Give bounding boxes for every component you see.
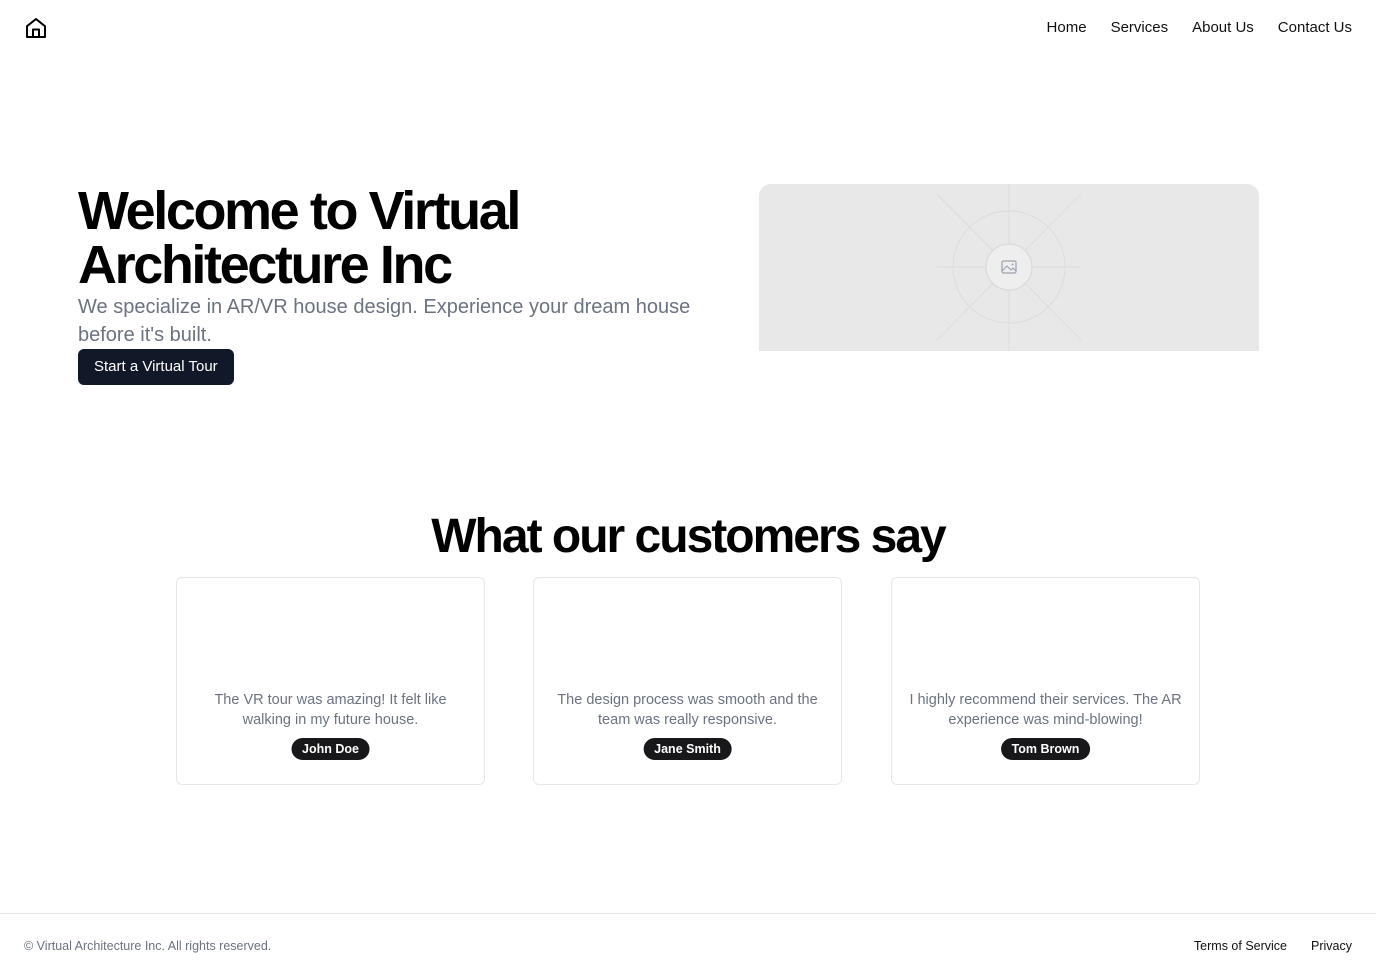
nav-services-link[interactable]: Services: [1111, 18, 1169, 38]
footer-links: Terms of Service Privacy: [1194, 938, 1352, 954]
hero-image-placeholder: [759, 184, 1259, 351]
testimonial-author-badge: Tom Brown: [1000, 738, 1091, 760]
site-header: Home Services About Us Contact Us: [0, 0, 1376, 56]
page: Home Services About Us Contact Us Welcom…: [0, 0, 1376, 978]
start-virtual-tour-button[interactable]: Start a Virtual Tour: [78, 349, 234, 385]
main-nav: Home Services About Us Contact Us: [1047, 18, 1352, 38]
nav-contact-link[interactable]: Contact Us: [1278, 18, 1352, 38]
testimonial-card: I highly recommend their services. The A…: [891, 577, 1200, 785]
testimonials-title: What our customers say: [431, 510, 946, 563]
testimonial-quote: The design process was smooth and the te…: [557, 692, 818, 728]
testimonial-quote: I highly recommend their services. The A…: [909, 692, 1182, 728]
terms-of-service-link[interactable]: Terms of Service: [1194, 938, 1287, 954]
privacy-link[interactable]: Privacy: [1311, 938, 1352, 954]
hero-title: Welcome to Virtual Architecture Inc: [78, 181, 521, 295]
hero-subtitle: We specialize in AR/VR house design. Exp…: [78, 296, 691, 346]
nav-home-link[interactable]: Home: [1047, 18, 1087, 38]
testimonial-author-badge: Jane Smith: [643, 738, 732, 760]
site-footer: © Virtual Architecture Inc. All rights r…: [0, 913, 1376, 978]
home-icon[interactable]: [24, 16, 48, 40]
testimonial-card: The design process was smooth and the te…: [533, 577, 842, 785]
copyright-text: © Virtual Architecture Inc. All rights r…: [24, 939, 272, 953]
nav-about-link[interactable]: About Us: [1192, 18, 1254, 38]
testimonial-author-badge: John Doe: [291, 738, 370, 760]
testimonial-quote: The VR tour was amazing! It felt like wa…: [214, 692, 447, 728]
testimonial-card: The VR tour was amazing! It felt like wa…: [176, 577, 485, 785]
image-placeholder-icon: [936, 184, 1082, 351]
